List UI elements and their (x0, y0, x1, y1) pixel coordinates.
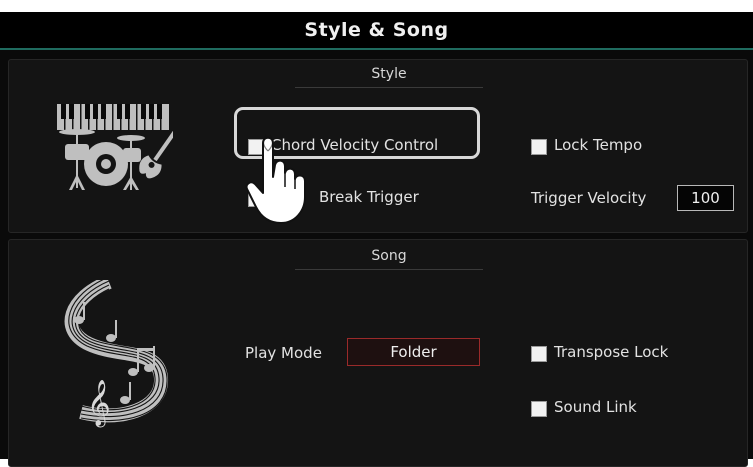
transpose-lock-checkbox[interactable] (531, 346, 547, 362)
play-mode-label: Play Mode (245, 344, 322, 362)
hand-pointer-icon (245, 134, 306, 224)
style-section-title: Style (295, 66, 483, 88)
sound-link-checkbox[interactable] (531, 401, 547, 417)
instruments-icon (57, 104, 173, 190)
svg-text:𝄞: 𝄞 (87, 380, 111, 428)
sound-link-label[interactable]: Sound Link (554, 398, 637, 416)
trigger-velocity-field[interactable]: 100 (677, 185, 734, 211)
transpose-lock-label[interactable]: Transpose Lock (554, 343, 668, 361)
music-notes-swirl-icon: 𝄞 (64, 280, 168, 428)
trigger-velocity-label: Trigger Velocity (531, 189, 647, 207)
lock-tempo-checkbox[interactable] (531, 139, 547, 155)
screen: Style & Song Style Chord Velocity Contro… (0, 12, 753, 467)
song-section-title: Song (295, 248, 483, 270)
style-panel: Style Chord Velocity Control Break Trigg… (8, 59, 748, 233)
song-panel: Song 𝄞 Play Mode Folder Transpose Lock S… (8, 239, 748, 467)
play-mode-select[interactable]: Folder (347, 338, 480, 366)
lock-tempo-label[interactable]: Lock Tempo (554, 136, 642, 154)
title-bar: Style & Song (0, 12, 753, 50)
break-trigger-label[interactable]: Break Trigger (319, 188, 419, 206)
page-title: Style & Song (304, 19, 449, 41)
